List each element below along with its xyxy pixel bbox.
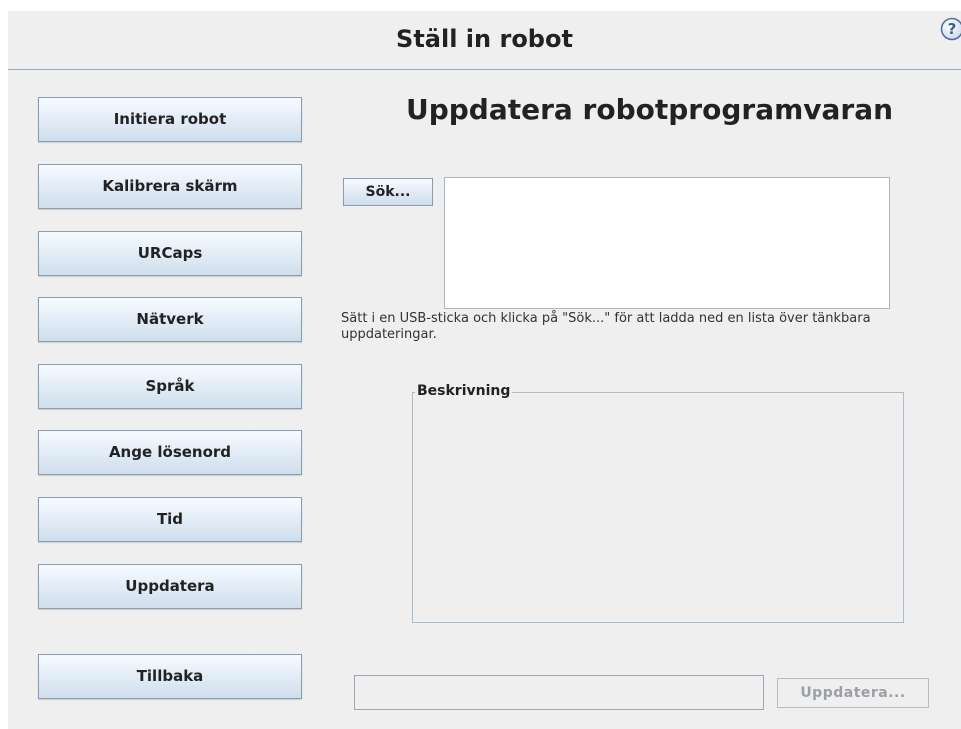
update-file-list[interactable] xyxy=(444,177,890,309)
sidebar-item-natverk[interactable]: Nätverk xyxy=(38,297,302,342)
sidebar-item-ange-losenord[interactable]: Ange lösenord xyxy=(38,430,302,475)
header-bar: Ställ in robot ? xyxy=(8,11,961,70)
section-title: Uppdatera robotprogramvaran xyxy=(405,93,894,126)
update-button[interactable]: Uppdatera... xyxy=(777,678,929,708)
description-panel xyxy=(412,392,904,623)
sidebar-item-kalibrera-skarm[interactable]: Kalibrera skärm xyxy=(38,164,302,209)
sidebar-item-sprak[interactable]: Språk xyxy=(38,364,302,409)
sidebar-item-tid[interactable]: Tid xyxy=(38,497,302,542)
settings-window: Ställ in robot ? Initiera robot Kalibrer… xyxy=(8,11,961,729)
svg-text:?: ? xyxy=(948,20,957,38)
instruction-text: Sätt i en USB-sticka och klicka på "Sök.… xyxy=(341,311,871,342)
file-path-field[interactable] xyxy=(354,675,764,710)
page-title: Ställ in robot xyxy=(396,25,573,53)
search-button[interactable]: Sök... xyxy=(343,178,433,206)
sidebar-item-urcaps[interactable]: URCaps xyxy=(38,231,302,276)
back-button[interactable]: Tillbaka xyxy=(38,654,302,699)
sidebar-item-initiera-robot[interactable]: Initiera robot xyxy=(38,97,302,142)
help-icon[interactable]: ? xyxy=(940,17,961,41)
sidebar-item-uppdatera[interactable]: Uppdatera xyxy=(38,564,302,609)
description-label: Beskrivning xyxy=(415,383,513,399)
